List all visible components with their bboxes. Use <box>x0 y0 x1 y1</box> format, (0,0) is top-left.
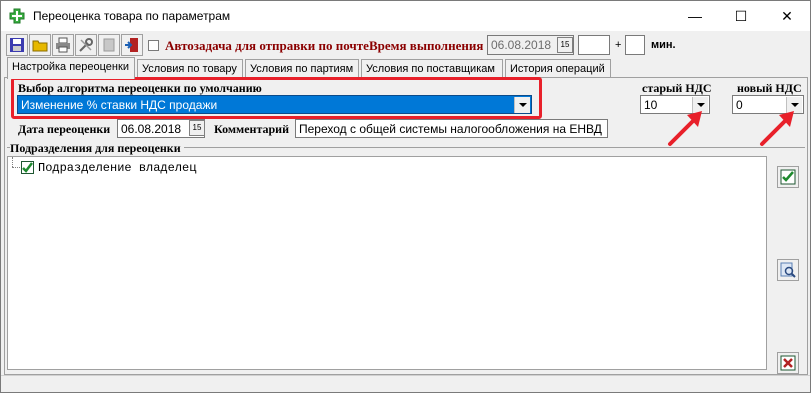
toolbar: Автозадача для отправки по почте Время в… <box>1 32 810 58</box>
comment-field[interactable]: Переход с общей системы налогообложения … <box>295 119 608 138</box>
window-title: Переоценка товара по параметрам <box>33 9 231 23</box>
time-date-value: 06.08.2018 <box>491 38 552 52</box>
close-icon: ✕ <box>781 7 793 24</box>
check-icon <box>22 162 33 173</box>
main-window: Переоценка товара по параметрам — ☐ ✕ Ав… <box>0 0 811 393</box>
department-checkbox[interactable] <box>21 161 34 174</box>
tools-button[interactable] <box>75 34 97 56</box>
tab-batch-conditions[interactable]: Условия по партиям <box>245 59 359 78</box>
maximize-icon: ☐ <box>734 7 748 24</box>
calendar-icon: 15 <box>560 40 570 49</box>
checkbox-cross-icon <box>780 355 796 371</box>
autotask-label: Автозадача для отправки по почте <box>165 38 369 53</box>
exit-button[interactable] <box>121 34 143 56</box>
blank-icon <box>103 38 115 52</box>
new-vat-dropdown-icon[interactable] <box>786 97 802 113</box>
print-button[interactable] <box>52 34 74 56</box>
revaluation-date-label: Дата переоценки <box>18 122 111 136</box>
algorithm-label: Выбор алгоритма переоценки по умолчанию <box>18 81 262 95</box>
old-vat-label: старый НДС <box>642 81 712 95</box>
status-bar <box>1 375 810 393</box>
comment-value: Переход с общей системы налогообложения … <box>299 122 602 136</box>
algorithm-select[interactable]: Изменение % ставки НДС продажи <box>17 95 532 114</box>
save-button[interactable] <box>6 34 28 56</box>
algorithm-dropdown-icon[interactable] <box>514 97 530 113</box>
algorithm-value: Изменение % ставки НДС продажи <box>21 98 218 112</box>
tab-supplier-conditions[interactable]: Условия по поставщикам <box>361 59 503 78</box>
tab-product-conditions[interactable]: Условия по товару <box>137 59 243 78</box>
save-icon <box>10 38 24 52</box>
tab-supplier-conditions-label: Условия по поставщикам <box>366 63 495 75</box>
tools-icon <box>79 38 93 52</box>
department-item-label[interactable]: Подразделение владелец <box>38 161 196 175</box>
tab-history-label: История операций <box>510 63 605 75</box>
tab-product-conditions-label: Условия по товару <box>142 63 237 75</box>
disabled-button[interactable] <box>98 34 120 56</box>
tab-history[interactable]: История операций <box>505 59 611 78</box>
tab-settings[interactable]: Настройка переоценки <box>7 57 135 79</box>
tab-settings-label: Настройка переоценки <box>12 61 129 73</box>
hours-field[interactable] <box>578 35 610 55</box>
find-button[interactable] <box>777 259 799 281</box>
select-all-button[interactable] <box>777 166 799 188</box>
title-bar: Переоценка товара по параметрам — ☐ ✕ <box>1 1 810 31</box>
minutes-label: мин. <box>651 39 676 51</box>
minimize-button[interactable]: — <box>672 1 718 31</box>
deselect-all-button[interactable] <box>777 352 799 374</box>
old-vat-value: 10 <box>644 98 658 112</box>
open-button[interactable] <box>29 34 51 56</box>
minimize-icon: — <box>688 8 702 24</box>
maximize-button[interactable]: ☐ <box>718 1 764 31</box>
tab-batch-conditions-label: Условия по партиям <box>250 63 354 75</box>
new-vat-select[interactable]: 0 <box>732 95 804 114</box>
comment-label: Комментарий <box>214 122 290 136</box>
plus-label: + <box>615 39 622 51</box>
old-vat-select[interactable]: 10 <box>640 95 710 114</box>
new-vat-label: новый НДС <box>737 81 802 95</box>
time-label: Время выполнения <box>369 38 484 53</box>
revaluation-calendar-button[interactable]: 15 <box>189 120 205 136</box>
calendar-icon: 15 <box>192 123 202 132</box>
minutes-field[interactable] <box>625 35 645 55</box>
print-icon <box>56 37 70 53</box>
app-cross-icon <box>9 8 25 24</box>
revaluation-date-value: 06.08.2018 <box>121 122 182 136</box>
checkbox-checked-icon <box>780 169 796 185</box>
departments-label: Подразделения для переоценки <box>10 141 184 156</box>
autotask-checkbox[interactable] <box>148 40 159 51</box>
new-vat-value: 0 <box>736 98 743 112</box>
exit-door-icon <box>125 38 138 52</box>
departments-tree: Подразделение владелец <box>7 156 767 370</box>
open-folder-icon <box>32 40 48 52</box>
tree-line <box>12 157 14 167</box>
tree-line <box>12 167 20 169</box>
close-button[interactable]: ✕ <box>764 1 810 31</box>
magnifier-icon <box>780 262 796 278</box>
time-calendar-button[interactable]: 15 <box>557 37 573 53</box>
old-vat-dropdown-icon[interactable] <box>692 97 708 113</box>
